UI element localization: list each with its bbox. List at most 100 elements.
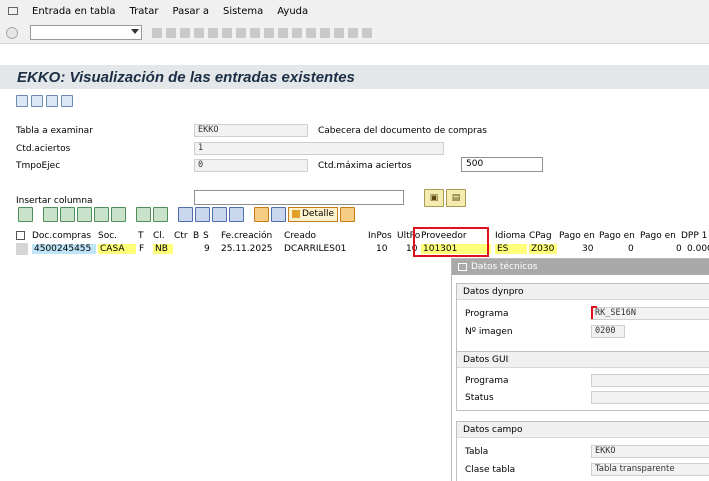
col-ctr[interactable]: Ctr xyxy=(174,231,188,241)
hits-field: 1 xyxy=(194,142,444,155)
shortcut-icon[interactable] xyxy=(334,27,344,38)
field-table-field[interactable]: EKKO xyxy=(591,445,709,458)
col-soc[interactable]: Soc. xyxy=(98,231,117,241)
detail-button[interactable]: Detalle xyxy=(288,206,339,222)
sort-descending-icon[interactable] xyxy=(60,206,75,222)
dialog-title-bar[interactable]: Datos técnicos xyxy=(452,259,709,275)
max-hits-label: Ctd.máxima aciertos xyxy=(318,161,412,171)
cell-cpag[interactable]: Z030 xyxy=(529,244,557,254)
field-group: Datos campo Tabla EKKO Clase tabla Tabla… xyxy=(456,421,709,481)
settings-icon[interactable] xyxy=(31,95,43,107)
max-hits-input[interactable]: 500 xyxy=(461,157,543,172)
first-page-icon[interactable] xyxy=(264,27,274,38)
delete-column-button[interactable]: ▤ xyxy=(446,189,466,207)
info-icon[interactable] xyxy=(271,206,286,222)
dynpro-screen-field[interactable]: 0200 xyxy=(591,325,625,338)
table-icon[interactable] xyxy=(46,95,58,107)
list-icon[interactable] xyxy=(61,95,73,107)
cell-doc-compras[interactable]: 4500245455 xyxy=(32,244,96,254)
col-t[interactable]: T xyxy=(138,231,144,241)
dynpro-screen-label: Nº imagen xyxy=(465,327,513,337)
dynpro-program-field[interactable]: RK_SE16N xyxy=(591,307,709,320)
window-menu-icon[interactable] xyxy=(8,7,18,15)
cell-pago-en-1[interactable]: 30 xyxy=(582,244,593,254)
field-header: Datos campo xyxy=(457,422,709,438)
insert-column-button[interactable]: ▣ xyxy=(424,189,444,207)
settings-icon[interactable] xyxy=(340,206,356,222)
menu-pasar-a[interactable]: Pasar a xyxy=(173,6,209,17)
help-icon[interactable] xyxy=(348,27,358,38)
find-icon[interactable] xyxy=(236,27,246,38)
col-pago-en-3[interactable]: Pago en xyxy=(640,231,676,241)
chart-icon[interactable] xyxy=(254,206,269,222)
filter-icon[interactable] xyxy=(111,206,126,222)
field-class-label: Clase tabla xyxy=(465,465,516,475)
cell-inpos[interactable]: 10 xyxy=(376,244,387,254)
cell-t[interactable]: F xyxy=(139,244,144,254)
prev-page-icon[interactable] xyxy=(278,27,288,38)
find-next-icon[interactable] xyxy=(250,27,260,38)
chevron-down-icon[interactable] xyxy=(131,29,139,34)
menu-sistema[interactable]: Sistema xyxy=(223,6,263,17)
cell-cl[interactable]: NB xyxy=(153,244,173,254)
col-pago-en-1[interactable]: Pago en xyxy=(559,231,595,241)
toolbar-icons xyxy=(152,27,372,38)
layout-icon[interactable] xyxy=(229,206,244,222)
insert-column-input[interactable] xyxy=(194,190,404,205)
menu-entrada-en-tabla[interactable]: Entrada en tabla xyxy=(32,6,115,17)
col-b[interactable]: B xyxy=(193,231,199,241)
col-idioma[interactable]: Idioma xyxy=(495,231,526,241)
find-icon[interactable] xyxy=(77,206,92,222)
subtotal-icon[interactable] xyxy=(153,206,168,222)
back-arrow-icon[interactable] xyxy=(180,27,190,38)
col-doc-compras[interactable]: Doc.compras xyxy=(32,231,91,241)
select-all-icon[interactable] xyxy=(16,231,25,240)
technical-info-dialog: Datos técnicos Datos dynpro Programa RK_… xyxy=(451,258,709,481)
col-cl[interactable]: Cl. xyxy=(153,231,165,241)
sort-ascending-icon[interactable] xyxy=(43,206,58,222)
cell-fe-creacion[interactable]: 25.11.2025 xyxy=(221,244,273,254)
gui-program-label: Programa xyxy=(465,376,509,386)
last-page-icon[interactable] xyxy=(306,27,316,38)
new-session-icon[interactable] xyxy=(320,27,330,38)
col-fe-creacion[interactable]: Fe.creación xyxy=(221,231,272,241)
col-s[interactable]: S xyxy=(203,231,209,241)
print-icon[interactable] xyxy=(222,27,232,38)
exit-icon[interactable] xyxy=(194,27,204,38)
next-page-icon[interactable] xyxy=(292,27,302,38)
col-cpag[interactable]: CPag xyxy=(529,231,552,241)
cell-soc[interactable]: CASA xyxy=(98,244,136,254)
col-dpp-1[interactable]: DPP 1 xyxy=(681,231,707,241)
field-class-field[interactable]: Tabla transparente xyxy=(591,463,709,476)
cell-pago-en-2[interactable]: 0 xyxy=(628,244,634,254)
cancel-icon[interactable] xyxy=(208,27,218,38)
menu-tratar[interactable]: Tratar xyxy=(129,6,158,17)
cell-creado[interactable]: DCARRILES01 xyxy=(284,244,346,254)
cell-pago-en-3[interactable]: 0 xyxy=(676,244,682,254)
table-row[interactable]: 4500245455 CASA F NB 9 25.11.2025 DCARRI… xyxy=(16,242,709,256)
find-next-icon[interactable] xyxy=(94,206,109,222)
print-icon[interactable] xyxy=(178,206,193,222)
cell-dpp-1[interactable]: 0.000 xyxy=(687,244,709,254)
cell-idioma[interactable]: ES xyxy=(495,244,527,254)
back-icon[interactable] xyxy=(152,27,162,38)
command-field[interactable] xyxy=(30,25,142,40)
row-selector[interactable] xyxy=(16,243,28,255)
export-icon[interactable] xyxy=(212,206,227,222)
col-pago-en-2[interactable]: Pago en xyxy=(599,231,635,241)
layout-icon[interactable] xyxy=(362,27,372,38)
refresh-icon[interactable] xyxy=(16,95,28,107)
view-icon[interactable] xyxy=(195,206,210,222)
save-icon[interactable] xyxy=(166,27,176,38)
details-icon[interactable] xyxy=(18,206,33,222)
menu-ayuda[interactable]: Ayuda xyxy=(277,6,308,17)
gui-status-field[interactable] xyxy=(591,391,709,404)
cell-s[interactable]: 9 xyxy=(204,244,210,254)
col-inpos[interactable]: InPos xyxy=(368,231,392,241)
col-creado[interactable]: Creado xyxy=(284,231,316,241)
window-icon xyxy=(458,263,467,271)
gui-program-field[interactable] xyxy=(591,374,709,387)
total-icon[interactable] xyxy=(136,206,151,222)
enter-button[interactable] xyxy=(6,26,18,39)
dynpro-group: Datos dynpro Programa RK_SE16N Nº imagen… xyxy=(456,283,709,353)
